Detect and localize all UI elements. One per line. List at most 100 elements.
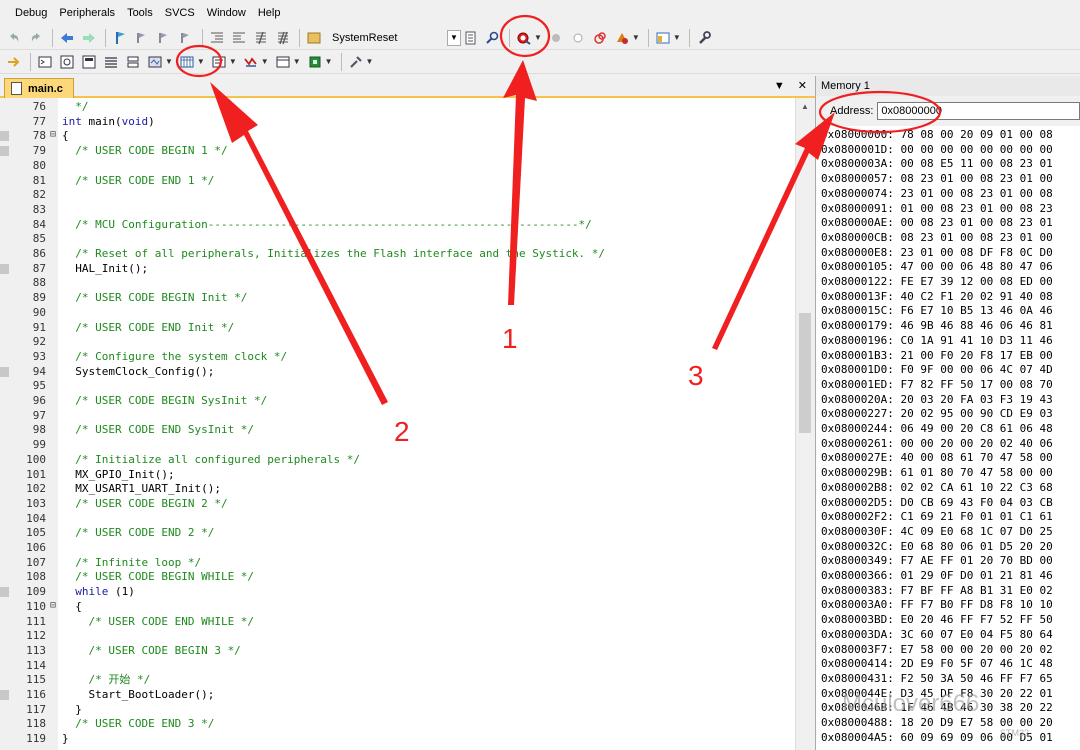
memory-row[interactable]: 0x0800003A: 00 08 E5 11 00 08 23 01 <box>821 157 1080 172</box>
code-line[interactable] <box>58 335 795 350</box>
serial-window-icon[interactable] <box>209 52 229 72</box>
code-line[interactable]: /* 开始 */ <box>58 673 795 688</box>
bookmark-clear-icon[interactable] <box>176 28 196 48</box>
line-number[interactable]: 104 <box>0 512 58 527</box>
breakpoint-kill-icon[interactable] <box>590 28 610 48</box>
line-number[interactable]: 109 <box>0 585 58 600</box>
code-line[interactable]: MX_USART1_UART_Init(); <box>58 482 795 497</box>
memory-row[interactable]: 0x080000E8: 23 01 00 08 DF F8 0C D0 <box>821 246 1080 261</box>
line-number[interactable]: 86 <box>0 247 58 262</box>
memory-row[interactable]: 0x0800020A: 20 03 20 FA 03 F3 19 43 <box>821 393 1080 408</box>
memory-row[interactable]: 0x08000179: 46 9B 46 88 46 06 46 81 <box>821 319 1080 334</box>
memory-row[interactable]: 0x0800032C: E0 68 80 06 01 D5 20 20 <box>821 540 1080 555</box>
configure-icon[interactable] <box>612 28 632 48</box>
uncomment-icon[interactable] <box>273 28 293 48</box>
bookmark-prev-icon[interactable] <box>132 28 152 48</box>
code-line[interactable]: */ <box>58 100 795 115</box>
memory-row[interactable]: 0x080003DA: 3C 60 07 E0 04 F5 80 64 <box>821 628 1080 643</box>
code-line[interactable]: /* Infinite loop */ <box>58 556 795 571</box>
line-number[interactable]: 114 <box>0 659 58 674</box>
line-number[interactable]: 78 ⊟ <box>0 129 58 144</box>
chevron-down-icon[interactable]: ▼ <box>632 33 640 42</box>
code-line[interactable]: int main(void) <box>58 115 795 130</box>
registers-icon[interactable] <box>101 52 121 72</box>
line-number[interactable]: 118 <box>0 717 58 732</box>
line-number[interactable]: 103 <box>0 497 58 512</box>
code-line[interactable] <box>58 203 795 218</box>
breakpoint-enable-icon[interactable] <box>568 28 588 48</box>
memory-row[interactable]: 0x0800029B: 61 01 80 70 47 58 00 00 <box>821 466 1080 481</box>
redo-icon[interactable] <box>26 28 46 48</box>
chevron-down-icon[interactable]: ▼ <box>325 57 333 66</box>
line-number[interactable]: 111 <box>0 615 58 630</box>
memory-row[interactable]: 0x08000091: 01 00 08 23 01 00 08 23 <box>821 202 1080 217</box>
menu-help[interactable]: Help <box>258 7 281 19</box>
address-input[interactable]: 0x08000000 <box>877 102 1080 120</box>
code-line[interactable]: HAL_Init(); <box>58 262 795 277</box>
code-line[interactable]: /* USER CODE BEGIN 2 */ <box>58 497 795 512</box>
chevron-down-icon[interactable]: ▼ <box>165 57 173 66</box>
line-number[interactable]: 119 <box>0 732 58 747</box>
memory-row[interactable]: 0x0800027E: 40 00 08 61 70 47 58 00 <box>821 451 1080 466</box>
line-number[interactable]: 76 <box>0 100 58 115</box>
code-line[interactable]: /* USER CODE BEGIN WHILE */ <box>58 570 795 585</box>
memory-row[interactable]: 0x080002F2: C1 69 21 F0 01 01 C1 61 <box>821 510 1080 525</box>
memory-row[interactable]: 0x080001B3: 21 00 F0 20 F8 17 EB 00 <box>821 349 1080 364</box>
line-number[interactable]: 108 <box>0 570 58 585</box>
line-number[interactable]: 91 <box>0 321 58 336</box>
code-line[interactable]: /* USER CODE END WHILE */ <box>58 615 795 630</box>
code-line[interactable] <box>58 541 795 556</box>
memory-row[interactable]: 0x080001ED: F7 82 FF 50 17 00 08 70 <box>821 378 1080 393</box>
code-line[interactable] <box>58 188 795 203</box>
menu-peripherals[interactable]: Peripherals <box>59 7 115 19</box>
memory-row[interactable]: 0x08000414: 2D E9 F0 5F 07 46 1C 48 <box>821 657 1080 672</box>
chevron-down-icon[interactable]: ▼ <box>366 57 374 66</box>
code-line[interactable]: Start_BootLoader(); <box>58 688 795 703</box>
code-line[interactable]: /* USER CODE END Init */ <box>58 321 795 336</box>
nav-forward-icon[interactable] <box>79 28 99 48</box>
line-number[interactable]: 105 <box>0 526 58 541</box>
line-number[interactable]: 110 ⊟ <box>0 600 58 615</box>
indent-icon[interactable] <box>207 28 227 48</box>
memory-row[interactable]: 0x08000244: 06 49 00 20 C8 61 06 48 <box>821 422 1080 437</box>
tab-list-dropdown-icon[interactable]: ▼ <box>774 80 785 92</box>
target-select[interactable]: SystemReset ▼ <box>332 29 461 46</box>
code-line[interactable] <box>58 159 795 174</box>
memory-row[interactable]: 0x080000AE: 00 08 23 01 00 08 23 01 <box>821 216 1080 231</box>
memory-row[interactable]: 0x0800001D: 00 00 00 00 00 00 00 00 <box>821 143 1080 158</box>
line-number[interactable]: 79 <box>0 144 58 159</box>
line-number[interactable]: 90 <box>0 306 58 321</box>
memory-row[interactable]: 0x08000261: 00 00 20 00 20 02 40 06 <box>821 437 1080 452</box>
memory-row[interactable]: 0x08000057: 08 23 01 00 08 23 01 00 <box>821 172 1080 187</box>
menu-svcs[interactable]: SVCS <box>165 7 195 19</box>
line-number[interactable]: 94 <box>0 365 58 380</box>
code-line[interactable]: /* USER CODE END 1 */ <box>58 174 795 189</box>
memory-row[interactable]: 0x080003F7: E7 58 00 00 20 00 20 02 <box>821 643 1080 658</box>
chevron-down-icon[interactable]: ▼ <box>197 57 205 66</box>
code-line[interactable] <box>58 379 795 394</box>
code-line[interactable]: { <box>58 600 795 615</box>
line-number[interactable]: 89 <box>0 291 58 306</box>
code-line[interactable] <box>58 438 795 453</box>
trace-window-icon[interactable] <box>273 52 293 72</box>
code-line[interactable]: /* USER CODE BEGIN Init */ <box>58 291 795 306</box>
find-in-files-icon[interactable] <box>461 28 481 48</box>
memory-row[interactable]: 0x08000105: 47 00 00 06 48 80 47 06 <box>821 260 1080 275</box>
code-line[interactable] <box>58 276 795 291</box>
memory-window-icon[interactable] <box>177 52 197 72</box>
line-number[interactable]: 99 <box>0 438 58 453</box>
code-line[interactable]: /* USER CODE BEGIN SysInit */ <box>58 394 795 409</box>
memory-row[interactable]: 0x0800030F: 4C 09 E0 68 1C 07 D0 25 <box>821 525 1080 540</box>
memory-row[interactable]: 0x080003BD: E0 20 46 FF F7 52 FF 50 <box>821 613 1080 628</box>
code-line[interactable] <box>58 512 795 527</box>
code-line[interactable]: } <box>58 703 795 718</box>
memory-dump-view[interactable]: 0x08000000: 78 08 00 20 09 01 00 08 0x080… <box>815 126 1080 750</box>
chevron-down-icon[interactable]: ▼ <box>447 29 461 46</box>
memory-row[interactable]: 0x08000488: 18 20 D9 E7 58 00 00 20 <box>821 716 1080 731</box>
chevron-down-icon[interactable]: ▼ <box>534 33 542 42</box>
line-number[interactable]: 85 <box>0 232 58 247</box>
symbols-icon[interactable] <box>79 52 99 72</box>
memory-row[interactable]: 0x0800015C: F6 E7 10 B5 13 46 0A 46 <box>821 304 1080 319</box>
menu-tools[interactable]: Tools <box>127 7 153 19</box>
bookmark-icon[interactable] <box>110 28 130 48</box>
